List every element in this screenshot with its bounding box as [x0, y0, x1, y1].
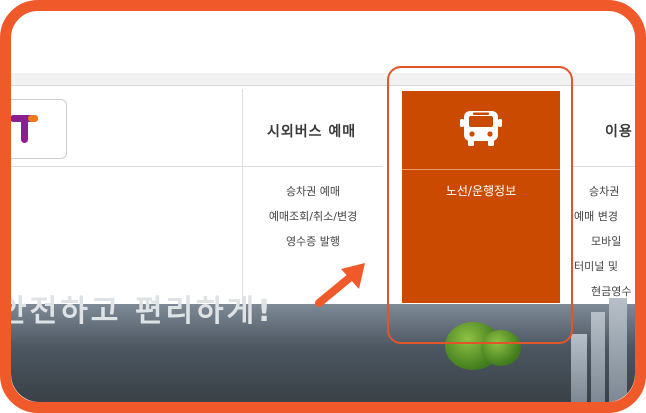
- menu-booking-change[interactable]: 예매 변경: [574, 208, 618, 224]
- building-decoration: [571, 334, 587, 402]
- menu-usage[interactable]: 이용: [605, 121, 633, 141]
- menu-booking-lookup[interactable]: 예매조회/취소/변경: [243, 208, 383, 224]
- t-logo-icon: [11, 115, 38, 143]
- building-decoration: [609, 298, 627, 402]
- banner-slogan: 안전하고 편리하게!: [11, 294, 274, 329]
- menu-cash-receipt[interactable]: 현금영수: [591, 283, 631, 299]
- highlight-box: [387, 66, 573, 344]
- column-divider-line: [571, 166, 635, 167]
- menu-terminal[interactable]: 터미널 및: [574, 258, 618, 274]
- header-top: [11, 11, 635, 73]
- building-decoration: [591, 312, 605, 402]
- column-divider-line: [243, 166, 383, 167]
- menu-mobile[interactable]: 모바일: [591, 233, 621, 249]
- logo-divider: [11, 166, 243, 167]
- menu-ticket-booking[interactable]: 승차권 예매: [243, 183, 383, 199]
- menu-ticket[interactable]: 승차권: [589, 183, 619, 199]
- menu-intercity-bus[interactable]: 시외버스 예매: [267, 121, 356, 141]
- pointer-arrow-icon: [315, 263, 365, 307]
- site-logo[interactable]: [11, 99, 67, 159]
- screenshot-viewport: 시외버스 예매 승차권 예매 예매조회/취소/변경 영수증 발행 노선/운행정보…: [11, 11, 635, 402]
- menu-receipt[interactable]: 영수증 발행: [243, 233, 383, 249]
